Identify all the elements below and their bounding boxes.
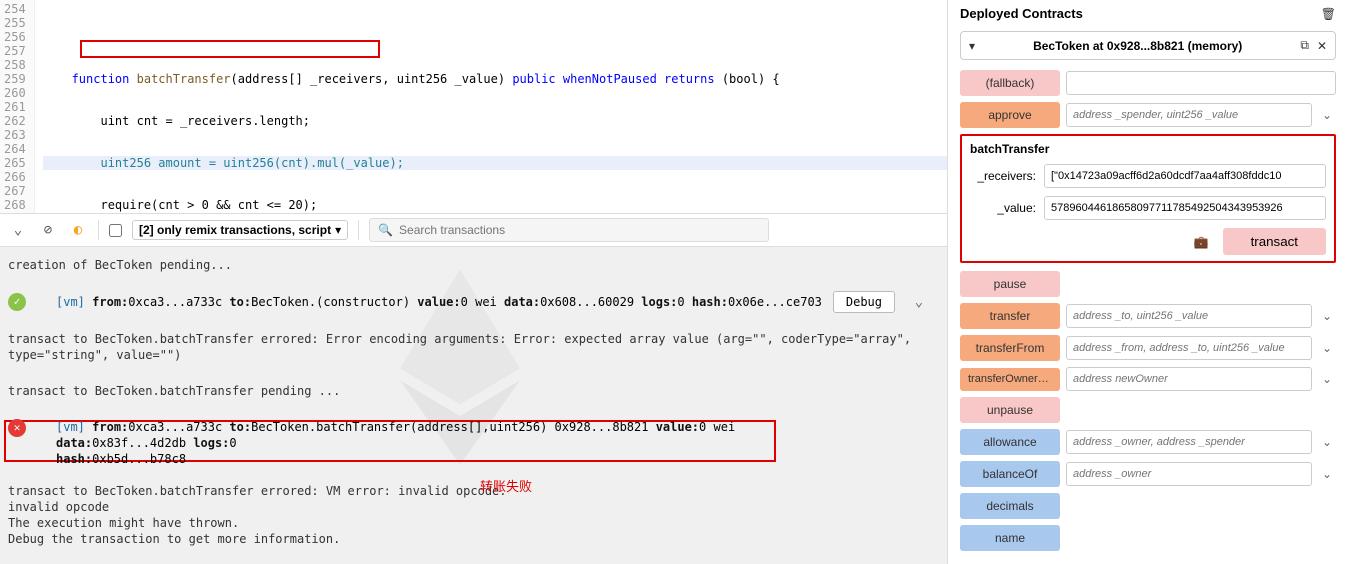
transferownership-button[interactable]: transferOwnership	[960, 368, 1060, 391]
search-icon: 🔍	[378, 223, 393, 237]
allowance-input[interactable]	[1066, 430, 1312, 454]
close-icon[interactable]: ✕	[1317, 39, 1327, 53]
term-tx-line: [vm] from:0xca3...a733c to:BecToken.batc…	[36, 419, 776, 467]
name-button[interactable]: name	[960, 525, 1060, 551]
listen-checkbox[interactable]	[109, 224, 122, 237]
chevron-down-icon[interactable]: ⌄	[1318, 467, 1336, 481]
pending-icon[interactable]: ◐	[68, 220, 88, 240]
batch-transfer-panel: batchTransfer _receivers: _value: 💼 tran…	[960, 134, 1336, 263]
caret-down-icon[interactable]: ▾	[969, 39, 975, 53]
terminal-toolbar: ⌄ ⊘ ◐ [2] only remix transactions, scrip…	[0, 213, 947, 247]
terminal: creation of BecToken pending... ✓ [vm] f…	[0, 247, 947, 564]
term-line: invalid opcode	[8, 500, 109, 514]
transact-button[interactable]: transact	[1223, 228, 1326, 255]
chevron-down-icon[interactable]: ⌄	[1318, 435, 1336, 449]
term-line: The execution might have thrown.	[8, 516, 239, 530]
transferownership-input[interactable]	[1066, 367, 1312, 391]
success-icon: ✓	[8, 293, 26, 311]
search-box: 🔍	[369, 218, 769, 242]
transfer-button[interactable]: transfer	[960, 303, 1060, 329]
chevron-down-icon[interactable]: ⌄	[1318, 309, 1336, 323]
transfer-input[interactable]	[1066, 304, 1312, 328]
search-input[interactable]	[399, 223, 760, 237]
balanceof-button[interactable]: balanceOf	[960, 461, 1060, 487]
error-icon: ✕	[8, 419, 26, 437]
code-editor[interactable]: function batchTransfer(address[] _receiv…	[35, 0, 947, 213]
deployed-contracts-title: Deployed Contracts	[960, 6, 1083, 21]
ban-icon[interactable]: ⊘	[38, 220, 58, 240]
highlight-box-code	[80, 40, 380, 58]
term-line: transact to BecToken.batchTransfer error…	[8, 332, 911, 362]
chevron-down-icon[interactable]: ⌄	[1318, 341, 1336, 355]
allowance-button[interactable]: allowance	[960, 429, 1060, 455]
decimals-button[interactable]: decimals	[960, 493, 1060, 519]
value-label: _value:	[970, 201, 1036, 215]
pause-button[interactable]: pause	[960, 271, 1060, 297]
trash-icon[interactable]: 🗑	[1321, 7, 1336, 21]
clipboard-icon[interactable]: 💼	[1194, 235, 1209, 249]
transferfrom-input[interactable]	[1066, 336, 1312, 360]
receivers-label: _receivers:	[970, 169, 1036, 183]
unpause-button[interactable]: unpause	[960, 397, 1060, 423]
failure-label: 转账失败	[480, 480, 532, 496]
debug-button[interactable]: Debug	[833, 291, 895, 313]
caret-down-icon: ▾	[335, 223, 341, 237]
tx-filter-dropdown[interactable]: [2] only remix transactions, script ▾	[132, 220, 348, 240]
batch-transfer-title: batchTransfer	[970, 142, 1326, 156]
contract-instance: ▾ BecToken at 0x928...8b821 (memory) ⧉ ✕	[960, 31, 1336, 60]
balanceof-input[interactable]	[1066, 462, 1312, 486]
chevron-down-icon[interactable]: ⌄	[915, 294, 923, 310]
line-gutter: 254 255 256 257 258 259 260 261 262 263 …	[0, 0, 35, 213]
copy-icon[interactable]: ⧉	[1300, 38, 1309, 53]
term-tx-line: [vm] from:0xca3...a733c to:BecToken.(con…	[36, 294, 822, 310]
dropdown-label: [2] only remix transactions, script	[139, 223, 331, 237]
term-line: transact to BecToken.batchTransfer pendi…	[8, 384, 340, 398]
fallback-button[interactable]: (fallback)	[960, 70, 1060, 96]
transferfrom-button[interactable]: transferFrom	[960, 335, 1060, 361]
value-input[interactable]	[1044, 196, 1326, 220]
fallback-input[interactable]	[1066, 71, 1336, 95]
contract-name: BecToken at 0x928...8b821 (memory)	[983, 39, 1292, 53]
receivers-input[interactable]	[1044, 164, 1326, 188]
chevron-down-icon[interactable]: ⌄	[1318, 372, 1336, 386]
approve-input[interactable]	[1066, 103, 1312, 127]
term-line: Debug the transaction to get more inform…	[8, 532, 340, 546]
approve-button[interactable]: approve	[960, 102, 1060, 128]
chevron-down-icon[interactable]: ⌄	[1318, 108, 1336, 122]
chevron-down-icon[interactable]: ⌄	[8, 220, 28, 240]
term-line: creation of BecToken pending...	[8, 258, 232, 272]
term-line: transact to BecToken.batchTransfer error…	[8, 484, 507, 498]
